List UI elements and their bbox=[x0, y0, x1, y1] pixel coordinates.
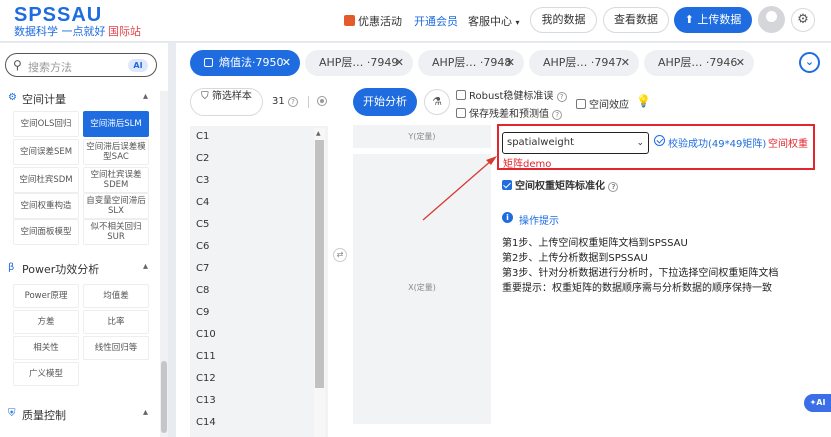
annotation-arrow bbox=[422, 156, 497, 221]
ai-label: AI bbox=[816, 398, 826, 407]
ai-assistant-button[interactable]: ✦AI bbox=[804, 394, 831, 412]
